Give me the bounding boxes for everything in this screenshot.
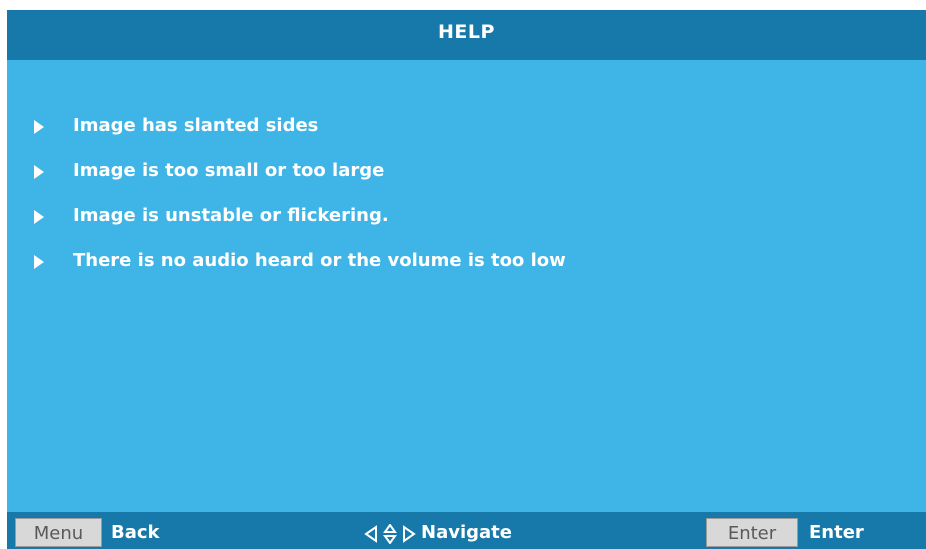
help-item-flickering[interactable]: Image is unstable or flickering.	[7, 198, 566, 243]
help-item-label: Image is too small or too large	[73, 160, 385, 181]
help-topics-list: Image has slanted sides Image is too sma…	[7, 108, 566, 288]
navigate-label: Navigate	[421, 522, 512, 543]
help-item-label: There is no audio heard or the volume is…	[73, 250, 566, 271]
enter-label: Enter	[809, 522, 864, 543]
menu-key[interactable]: Menu	[15, 518, 102, 547]
enter-key[interactable]: Enter	[706, 518, 798, 547]
four-way-arrows-icon	[364, 524, 416, 544]
help-panel: HELP Image has slanted sides Image is to…	[7, 10, 926, 549]
triangle-right-icon	[34, 120, 44, 134]
help-screen: HELP Image has slanted sides Image is to…	[0, 0, 926, 549]
page-title: HELP	[438, 21, 495, 43]
help-item-label: Image is unstable or flickering.	[73, 205, 389, 226]
triangle-right-icon	[34, 255, 44, 269]
help-item-slanted-sides[interactable]: Image has slanted sides	[7, 108, 566, 153]
help-item-label: Image has slanted sides	[73, 115, 319, 136]
triangle-right-icon	[34, 210, 44, 224]
help-item-image-size[interactable]: Image is too small or too large	[7, 153, 566, 198]
back-label: Back	[111, 522, 160, 543]
title-bar: HELP	[7, 10, 926, 60]
help-item-no-audio[interactable]: There is no audio heard or the volume is…	[7, 243, 566, 288]
triangle-right-icon	[34, 165, 44, 179]
footer-bar: Menu Back Navigate Enter Enter	[7, 512, 926, 549]
